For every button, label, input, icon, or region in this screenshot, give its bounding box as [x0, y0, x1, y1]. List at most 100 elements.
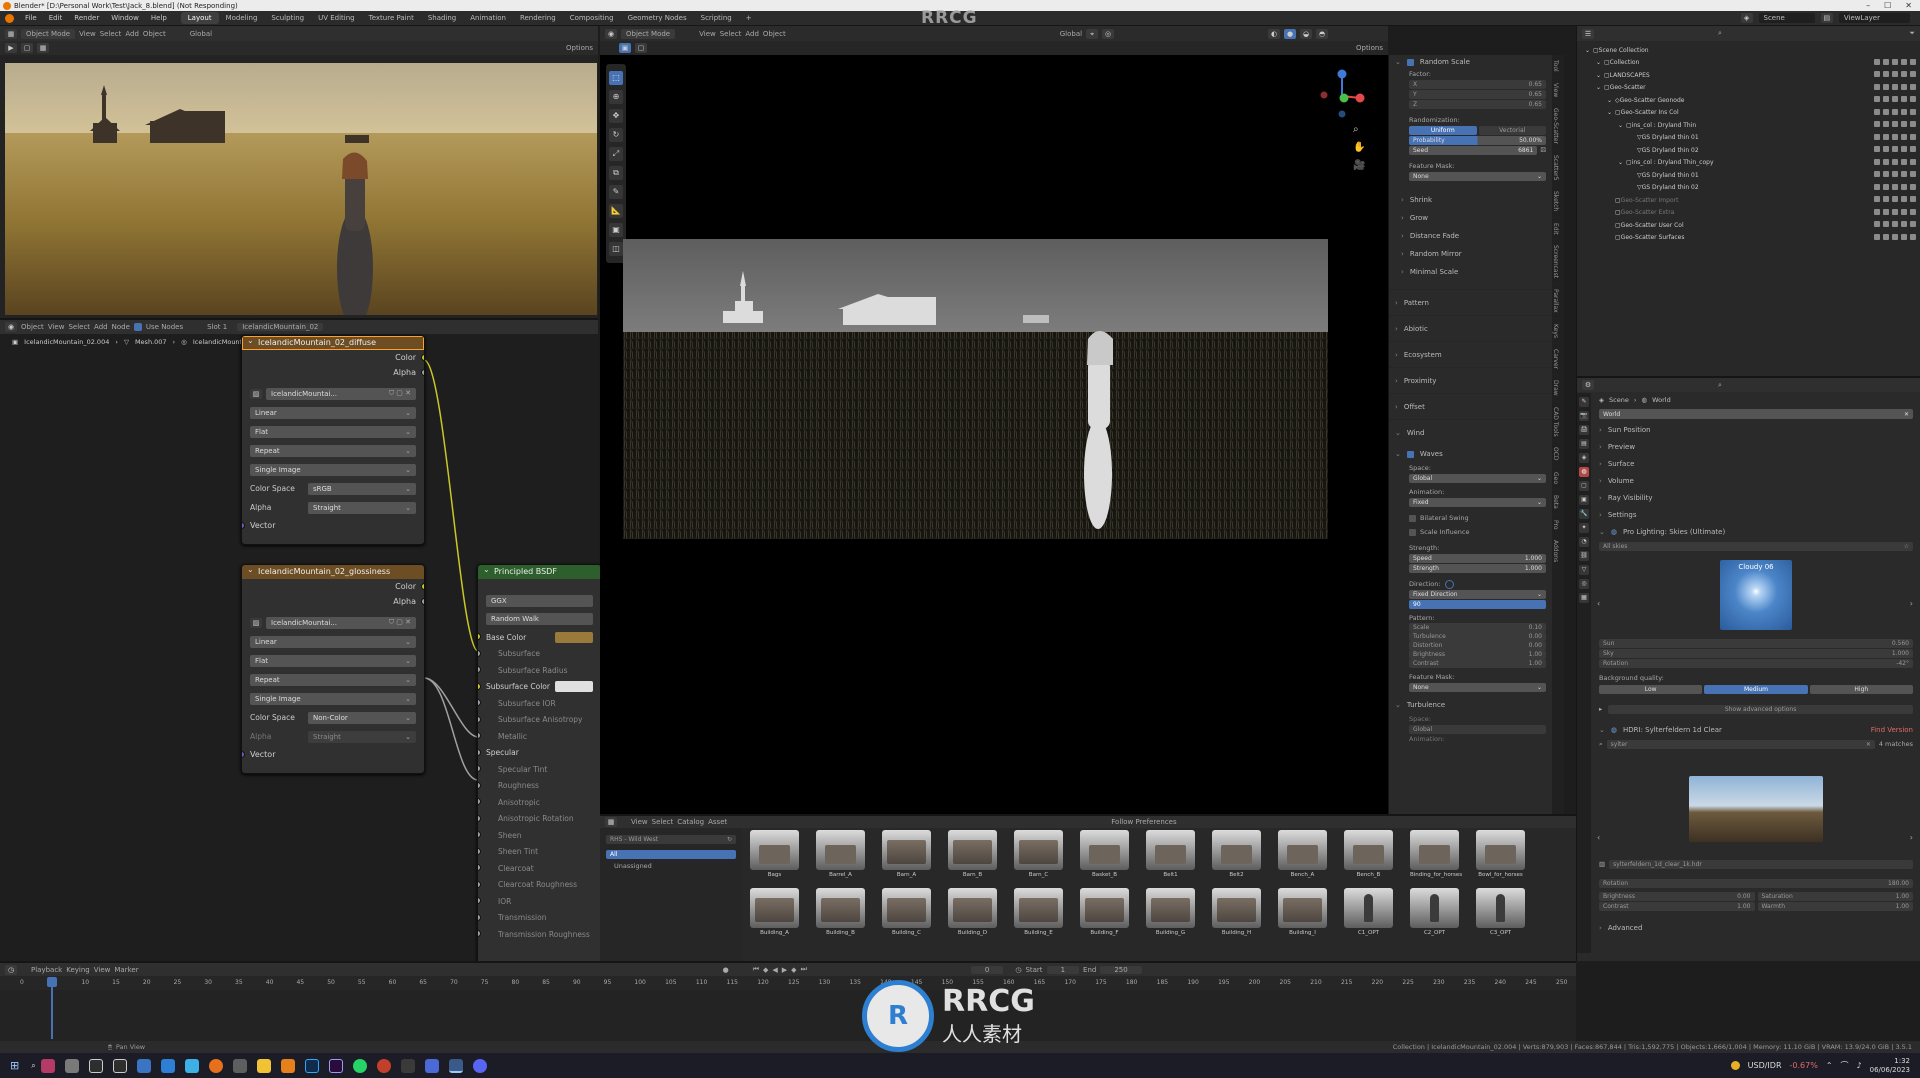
output-tab-icon[interactable]: 🖨 [1579, 425, 1589, 435]
prev-hdri-icon[interactable]: ‹ [1597, 833, 1600, 842]
menu-help[interactable]: Help [145, 14, 173, 22]
factor-z-field[interactable]: Z 0.65 [1409, 99, 1546, 109]
color-swatch[interactable] [555, 631, 593, 643]
asset-thumbnail[interactable]: Bags [750, 830, 799, 878]
minimize-icon[interactable]: – [1866, 1, 1870, 10]
jump-end-icon[interactable]: ⏭ [801, 965, 807, 974]
asset-thumbnail[interactable]: C3_OPT [1476, 888, 1525, 936]
outliner-item[interactable]: ▢ Geo-Scatter User Col [1577, 219, 1920, 232]
bsdf-input-socket[interactable] [478, 781, 481, 789]
direction-mode-dropdown[interactable]: Fixed Direction ⌄ [1409, 589, 1546, 599]
side-tab[interactable]: Draw [1552, 375, 1559, 402]
scale-tool-icon[interactable]: ⤢ [609, 147, 623, 161]
menu-view[interactable]: View [79, 30, 96, 38]
app-icon-9[interactable] [232, 1058, 247, 1073]
asset-thumbnail[interactable]: Building_I [1278, 888, 1327, 936]
quality-low-button[interactable]: Low [1599, 684, 1703, 694]
direction-dial-icon[interactable] [1444, 579, 1454, 589]
visibility-toggles[interactable] [1874, 108, 1916, 115]
play-icon[interactable]: ▶ [5, 43, 17, 53]
input-vector-socket[interactable] [242, 751, 245, 758]
bsdf-input-row[interactable]: Specular [478, 745, 601, 762]
bilateral-checkbox[interactable] [1409, 514, 1416, 522]
extension-dropdown[interactable]: Repeat ⌄ [250, 444, 416, 457]
tab-scripting[interactable]: Scripting [694, 12, 739, 24]
data-tab-icon[interactable]: ▽ [1579, 565, 1589, 575]
pattern-field[interactable]: Scale 0.10 [1409, 623, 1546, 632]
outliner-item[interactable]: ⌄ ▢ Geo-Scatter Ins Col [1577, 107, 1920, 120]
timeline-ruler[interactable]: 0510152025303540455055606570758085909510… [0, 976, 1576, 990]
find-version-link[interactable]: Find Version [1871, 726, 1913, 734]
menu-asset[interactable]: Asset [708, 818, 727, 826]
outliner-item[interactable]: ▢ Geo-Scatter Extra [1577, 207, 1920, 220]
use-nodes-checkbox[interactable] [133, 323, 142, 331]
tab-sculpting[interactable]: Sculpting [264, 12, 311, 24]
outliner-item[interactable]: ▽ GS Dryland thin 02 [1577, 144, 1920, 157]
next-key-icon[interactable]: ◆ [791, 966, 796, 974]
visibility-toggles[interactable] [1874, 158, 1916, 165]
viewport-options-menu[interactable]: Options [1356, 44, 1383, 52]
menu-add[interactable]: Add [94, 323, 108, 331]
asset-thumbnail[interactable]: C1_OPT [1344, 888, 1393, 936]
side-tab[interactable]: Screencast [1552, 240, 1559, 285]
bsdf-input-row[interactable]: Transmission Roughness [478, 926, 601, 943]
asset-thumbnail[interactable]: Belt2 [1212, 830, 1261, 878]
prev-sky-icon[interactable]: ‹ [1597, 599, 1600, 608]
jump-start-icon[interactable]: ⏮ [753, 965, 759, 974]
star-icon[interactable]: ☆ [1904, 543, 1909, 550]
image-name-field[interactable]: IcelandicMountai... ⛉ ▢ ✕ [266, 387, 416, 400]
volume-icon[interactable]: ♪ [1857, 1061, 1862, 1070]
output-alpha-socket[interactable] [421, 369, 424, 376]
menu-select[interactable]: Select [100, 30, 122, 38]
tab-compositing[interactable]: Compositing [563, 12, 621, 24]
rotation-field[interactable]: Rotation -42° [1599, 658, 1913, 668]
pattern-field[interactable]: Contrast 1.00 [1409, 659, 1546, 668]
random-mirror-section[interactable]: › Random Mirror [1389, 245, 1552, 263]
render-tab-icon[interactable]: 📷 [1579, 411, 1589, 421]
bsdf-input-row[interactable]: Subsurface [478, 646, 601, 663]
bsdf-input-row[interactable]: Subsurface Anisotropy [478, 712, 601, 729]
outliner-item[interactable]: ⌄ ▢ Geo-Scatter [1577, 82, 1920, 95]
app-icon-2[interactable] [64, 1058, 79, 1073]
maximize-icon[interactable]: ☐ [1884, 1, 1891, 10]
visibility-toggles[interactable] [1874, 233, 1916, 240]
tab-modeling[interactable]: Modeling [219, 12, 265, 24]
alpha-dropdown[interactable]: Straight ⌄ [308, 501, 416, 514]
scene-selector[interactable]: Scene [1758, 13, 1815, 23]
space2-dropdown[interactable]: Global [1409, 724, 1546, 734]
side-tab[interactable]: Beta [1552, 490, 1559, 515]
outliner-item[interactable]: ⌄ ◇ Geo-Scatter Geonode [1577, 94, 1920, 107]
play-reverse-icon[interactable]: ◀ [772, 966, 777, 974]
outliner-type-icon[interactable]: ☰ [1582, 28, 1594, 39]
menu-add[interactable]: Add [125, 30, 139, 38]
menu-view[interactable]: View [631, 818, 648, 826]
side-tab[interactable]: Pro [1552, 515, 1559, 536]
saturation-field[interactable]: Saturation 1.00 [1757, 891, 1913, 901]
side-tab[interactable]: Geo [1552, 467, 1559, 490]
settings-section[interactable]: › Settings [1593, 506, 1919, 523]
glossiness-node-title[interactable]: IcelandicMountain_02_glossiness [242, 565, 424, 579]
bsdf-node-title[interactable]: Principled BSDF [478, 565, 601, 579]
transform-tool-icon[interactable]: ⧉ [609, 166, 623, 180]
catalog-all-item[interactable]: All [606, 849, 736, 859]
bsdf-input-row[interactable]: IOR [478, 893, 601, 910]
uniform-toggle[interactable]: Uniform [1409, 125, 1477, 135]
waves-section[interactable]: ⌄ Waves [1389, 445, 1552, 463]
output-color-socket[interactable] [421, 354, 424, 361]
wind-section[interactable]: ⌄ Wind [1389, 419, 1552, 445]
asset-thumbnail[interactable]: Building_H [1212, 888, 1261, 936]
outliner-item[interactable]: ⌄ ▢ LANDSCAPES [1577, 69, 1920, 82]
tab-texture-paint[interactable]: Texture Paint [362, 12, 421, 24]
viewport-transform-selector[interactable]: Global [1060, 30, 1082, 38]
expand-arrow-icon[interactable]: ⌄ [1596, 84, 1604, 91]
image-browse-icon[interactable]: ▨ [250, 388, 262, 399]
app-icon-5[interactable] [136, 1058, 151, 1073]
discord-icon[interactable] [472, 1058, 487, 1073]
probability-slider[interactable]: Probability 50.00% [1409, 135, 1546, 145]
filter-icon[interactable]: ⏷ [1909, 29, 1915, 38]
bsdf-input-socket[interactable] [478, 814, 481, 822]
outliner-item[interactable]: ⌄ ▢ ins_col : Dryland Thin_copy [1577, 157, 1920, 170]
random-scale-section[interactable]: ⌄ Random Scale [1389, 55, 1552, 69]
frame-icon[interactable]: ▢ [21, 43, 33, 53]
asset-thumbnail[interactable]: Building_E [1014, 888, 1063, 936]
